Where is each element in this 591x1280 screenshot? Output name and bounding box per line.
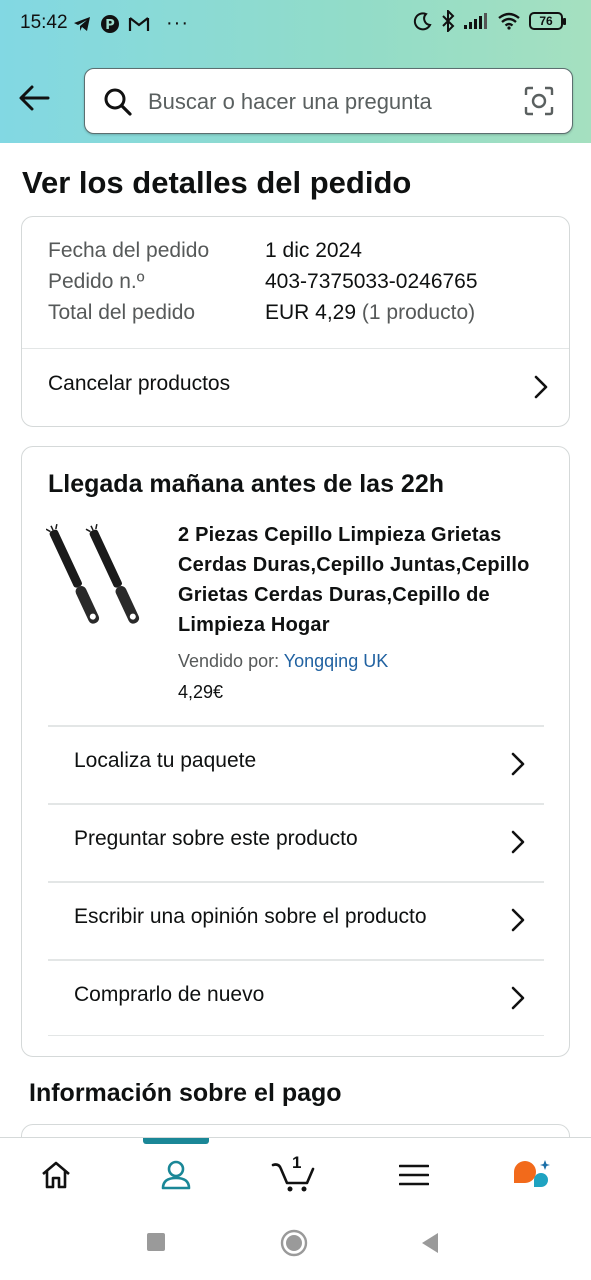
delivery-estimate: Llegada mañana antes de las 22h <box>48 470 444 498</box>
svg-text:P: P <box>105 18 115 33</box>
account-icon <box>161 1160 191 1189</box>
shipment-card: Llegada mañana antes de las 22h 2 Piezas… <box>21 446 570 1057</box>
battery-icon: 76 <box>529 12 566 30</box>
divider <box>48 1035 544 1036</box>
cancel-products-row[interactable]: Cancelar productos <box>22 349 569 427</box>
back-button[interactable] <box>14 80 54 116</box>
nav-account[interactable] <box>141 1138 211 1211</box>
product-price: 4,29€ <box>178 682 224 702</box>
cart-count-badge: 1 <box>292 1153 302 1172</box>
order-number-label: Pedido n.º <box>48 270 145 293</box>
page-title: Ver los detalles del pedido <box>22 165 412 200</box>
menu-icon <box>399 1164 429 1185</box>
order-summary-card: Fecha del pedido 1 dic 2024 Pedido n.º 4… <box>21 216 570 427</box>
track-package-row[interactable]: Localiza tu paquete <box>48 725 544 803</box>
track-package-label: Localiza tu paquete <box>74 749 257 772</box>
status-time: 15:42 <box>20 12 68 33</box>
rufus-icon <box>514 1159 550 1187</box>
buy-again-label: Comprarlo de nuevo <box>74 983 265 1006</box>
order-total-count: (1 producto) <box>361 301 476 324</box>
camera-scan-icon[interactable] <box>524 86 554 116</box>
system-navigation-bar <box>0 1210 591 1280</box>
bluetooth-icon <box>442 10 455 32</box>
order-total-value: EUR 4,29 (1 producto) <box>265 301 476 324</box>
seller-info: Vendido por: Yongqing UK <box>178 651 388 672</box>
status-bar: 15:42 P ··· 76 <box>0 0 591 50</box>
more-icon: ··· <box>166 12 189 34</box>
moon-icon <box>413 12 432 31</box>
search-icon <box>104 88 132 116</box>
nav-home[interactable] <box>21 1138 91 1211</box>
chevron-right-icon <box>511 986 525 1010</box>
payment-section-title: Información sobre el pago <box>29 1079 342 1107</box>
order-number-value: 403-7375033-0246765 <box>265 270 478 293</box>
home-icon <box>42 1161 70 1188</box>
app-header: 15:42 P ··· 76 Buscar o hacer una pregun… <box>0 0 591 143</box>
buy-again-row[interactable]: Comprarlo de nuevo <box>48 959 544 1037</box>
write-review-row[interactable]: Escribir una opinión sobre el producto <box>48 881 544 959</box>
seller-label: Vendido por: <box>178 651 280 671</box>
nav-cart[interactable]: 1 <box>258 1138 328 1211</box>
order-date-value: 1 dic 2024 <box>265 239 362 262</box>
bottom-navigation: 1 <box>0 1137 591 1210</box>
seller-link[interactable]: Yongqing UK <box>284 651 388 671</box>
chevron-right-icon <box>511 908 525 932</box>
nav-rufus[interactable] <box>497 1138 567 1211</box>
signal-icon <box>464 13 487 29</box>
telegram-icon <box>74 16 90 31</box>
chevron-right-icon <box>511 752 525 776</box>
recent-apps-icon[interactable] <box>146 1232 166 1252</box>
nav-menu[interactable] <box>379 1138 449 1211</box>
product-title-link[interactable]: 2 Piezas Cepillo Limpieza Grietas Cerdas… <box>178 520 548 640</box>
back-triangle-icon[interactable] <box>420 1232 440 1254</box>
ask-question-row[interactable]: Preguntar sobre este producto <box>48 803 544 881</box>
product-image[interactable] <box>46 517 156 637</box>
wifi-icon <box>498 12 520 30</box>
cancel-products-label: Cancelar productos <box>48 372 231 395</box>
chevron-right-icon <box>534 375 548 399</box>
write-review-label: Escribir una opinión sobre el producto <box>74 905 427 928</box>
gmail-icon <box>128 16 150 31</box>
order-total-label: Total del pedido <box>48 301 196 324</box>
pinterest-icon: P <box>101 14 119 33</box>
ask-question-label: Preguntar sobre este producto <box>74 827 358 850</box>
home-button-icon[interactable] <box>280 1229 308 1257</box>
search-bar[interactable]: Buscar o hacer una pregunta <box>84 68 573 134</box>
back-arrow-icon <box>19 85 50 111</box>
chevron-right-icon <box>511 830 525 854</box>
order-date-label: Fecha del pedido <box>48 239 210 262</box>
search-input[interactable]: Buscar o hacer una pregunta <box>148 89 432 115</box>
